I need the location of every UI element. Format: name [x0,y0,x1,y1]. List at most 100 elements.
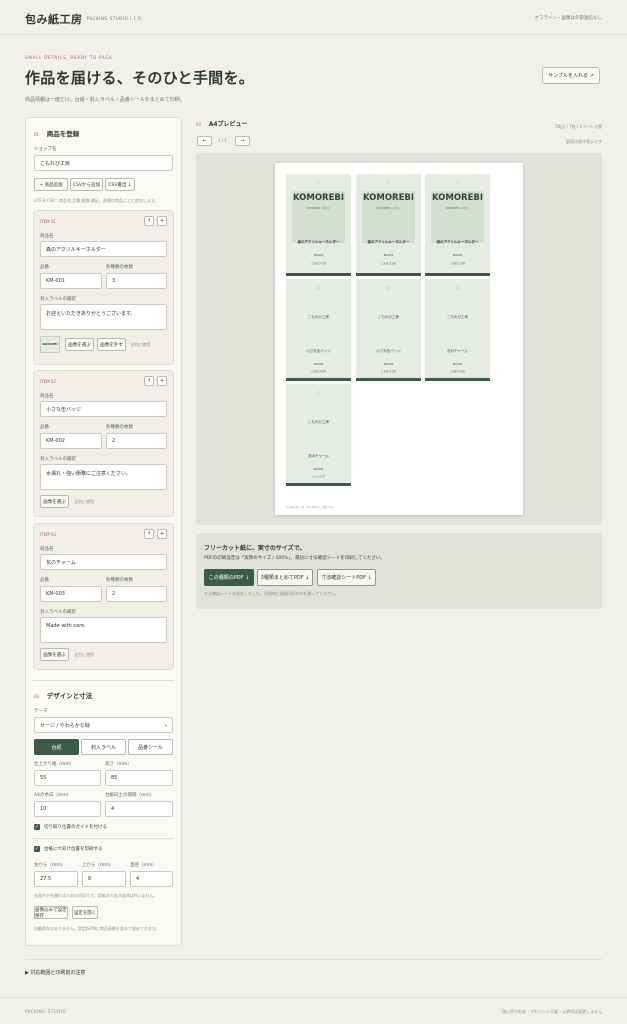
product-name-input[interactable]: 花のチャーム [40,554,167,570]
product-card: ITEM 03 ↑ + 商品名 花のチャーム 品番 各種類の枚数 KM-003 … [33,523,174,670]
brand-text: KOMOREBI [292,193,345,203]
hole-marker-icon: ◇ [316,180,321,186]
prev-page-button[interactable]: ← [197,136,212,146]
product-name-input[interactable]: 森のアクリルキーホルダー [40,241,167,257]
product-code-input[interactable]: KM-003 [40,586,102,602]
product-code-label: 品番 [40,425,49,430]
gap-label: 台紙同士の間隔（mm） [105,793,155,798]
checkbox-checked-icon[interactable]: ✓ [34,846,40,852]
tab-code-sticker[interactable]: 品番シール [128,739,173,755]
label-card: ◇ KOMOREBI KOMOREBI / 手作り 森のアクリルキーホルダー KM-00… [286,174,351,276]
footer-note: 困い切り形状・アカウント不要・元素材は変更しません [502,1009,602,1014]
move-up-button[interactable]: ↑ [144,376,154,386]
card-product-code: KM-003 [452,363,463,366]
move-down-button[interactable]: + [157,529,167,539]
use-for-all-toggle[interactable]: 全台に使用 [130,342,150,348]
add-product-button[interactable]: + 商品追加 [34,178,68,191]
cut-guide-checkbox-row[interactable]: ✓ 切り取り位置のガイドを付ける [34,824,107,830]
hole-marker-icon: ◇ [316,390,321,396]
csv-import-button[interactable]: CSVから追加 [70,178,103,191]
preview-section-header: 03 A4プレビュー [196,119,248,128]
product-card: ITEM 02 ↑ + 商品名 小さな缶バッジ 品番 各種類の枚数 KM-002… [33,370,174,517]
settings-panel: 01 商品を登録 ショップ名 こもれび工房 + 商品追加 CSVから追加 CSV… [25,117,182,946]
move-up-button[interactable]: ↑ [144,216,154,226]
load-sample-button[interactable]: サンプルを入れる ↗ [542,67,600,84]
checkbox-checked-icon[interactable]: ✓ [34,824,40,830]
card-shop-name: こもれび工房 [310,262,326,265]
product-count-input[interactable]: 2 [106,586,167,602]
product-name-label: 商品名 [40,234,54,239]
choose-image-button[interactable]: 画像を選ぶ [40,495,69,508]
preview-meta: 7商品 / 7枚 / 1ページ分割 [554,124,602,129]
width-input[interactable]: 55 [34,770,101,786]
card-product-code: KM-002 [383,363,394,366]
load-settings-button[interactable]: 設定を開く [72,906,98,919]
products-section-header: 01 商品を登録 [34,128,79,138]
label-card: ◇ こもれび工房 花のチャーム KM-003 ハーシング [286,384,351,486]
details-divider [25,959,602,960]
gap-input[interactable]: 4 [105,801,173,817]
hole-diameter-input[interactable]: 4 [130,871,173,887]
hole-print-checkbox-row[interactable]: ✓ 台紙に穴あけ位置を印刷する [34,846,103,852]
product-card: ITEM 01 ↑ + 商品名 森のアクリルキーホルダー 品番 各種類の枚数 K… [33,210,174,365]
brand-subtext: KOMOREBI / 手作り [306,207,331,210]
product-image-thumbnail: KOMOREBI [40,336,60,353]
choose-image-button[interactable]: 画像を選ぶ [65,338,94,351]
theme-label: テーマ [34,709,48,714]
product-note-textarea[interactable]: Made with care. [40,617,167,643]
card-product-name: 花のチャーム [308,454,329,458]
tab-insert-label[interactable]: 封入ラベル [81,739,126,755]
brand-subtext: KOMOREBI / 手作り [376,207,401,210]
item-number: ITEM 01 [40,219,56,224]
height-input[interactable]: 85 [105,770,173,786]
card-product-name: 森のアクリルキーホルダー [436,240,479,244]
card-sub-text: こもれび工房 [310,370,326,373]
theme-select[interactable]: セージ / やわらかな緑 ⌄ [34,717,173,733]
margin-input[interactable]: 10 [34,801,101,817]
save-settings-button[interactable]: 画像込みで設定保存 [34,906,68,919]
card-sub-text: こもれび工房 [380,370,396,373]
print-info-box: フリーカット紙に、実寸のサイズで。 PDFの印刷設定は「実際のサイズ / 100… [196,533,602,609]
csv-export-button[interactable]: CSV書出 ↓ [105,178,135,191]
use-for-all-toggle[interactable]: 全台に使用 [74,499,94,505]
label-card: ◇ こもれび工房 小さな缶バッジ KM-002 こもれび工房 [356,279,421,381]
download-all-pdf-button[interactable]: 3種類まとめてPDF ↓ [257,569,313,586]
product-count-label: 各種類の枚数 [106,578,133,583]
label-card: ◇ KOMOREBI KOMOREBI / 手作り 森のアクリルキーホルダー KM-00… [425,174,490,276]
download-pdf-button[interactable]: この種類のPDF ↓ [204,569,254,586]
product-code-input[interactable]: KM-002 [40,433,102,449]
product-note-textarea[interactable]: お迎えいただきありがとうございます。 [40,304,167,330]
hole-left-input[interactable]: 27.5 [34,871,78,887]
move-down-button[interactable]: + [157,376,167,386]
product-code-input[interactable]: KM-001 [40,273,102,289]
choose-image-button[interactable]: 画像を選ぶ [40,648,69,661]
shop-name-input[interactable]: こもれび工房 [34,155,173,171]
details-toggle[interactable]: ▶ 対応範囲と印刷前の注意 [25,969,85,976]
use-for-all-toggle[interactable]: 全台に使用 [74,652,94,658]
preview-meta-secondary: 裏面は描き表示です [566,139,602,144]
tab-mount[interactable]: 台紙 [34,739,79,755]
product-count-label: 各種類の枚数 [106,425,133,430]
hole-marker-icon: ◇ [455,285,460,291]
hole-top-input[interactable]: 8 [82,871,126,887]
product-name-label: 商品名 [40,394,54,399]
section-title: A4プレビュー [208,121,248,128]
download-check-sheet-button[interactable]: 寸法確認シートPDF ↓ [317,569,376,586]
move-up-button[interactable]: ↑ [144,529,154,539]
move-down-button[interactable]: + [157,216,167,226]
product-note-textarea[interactable]: 水濡れ・強い衝撃にご注意ください。 [40,464,167,490]
product-count-input[interactable]: 2 [106,433,167,449]
product-name-input[interactable]: 小さな缶バッジ [40,401,167,417]
card-shop-name: こもれび工房 [380,262,396,265]
brand-text: KOMOREBI [431,193,484,203]
card-product-name: 花のチャーム [447,349,468,353]
product-count-input[interactable]: 3 [106,273,167,289]
card-sub-text: こもれび工房 [449,370,465,373]
hole-marker-icon: ◇ [386,180,391,186]
section-divider [33,680,174,681]
next-page-button[interactable]: → [235,136,250,146]
section-number: 01 [34,132,40,137]
card-product-name: 小さな缶バッジ [306,349,331,353]
remove-image-button[interactable]: 画像を外す [97,338,126,351]
hole-top-label: 上から（mm） [82,863,114,868]
